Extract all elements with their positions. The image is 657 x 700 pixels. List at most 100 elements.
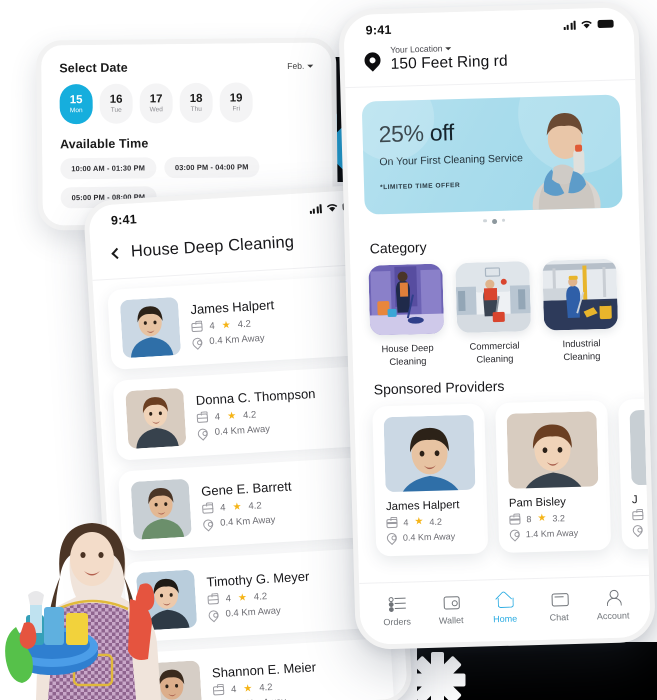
status-time: 9:41 bbox=[110, 212, 138, 228]
briefcase-icon bbox=[386, 518, 398, 529]
job-count: 4 bbox=[214, 411, 221, 423]
category-item[interactable]: House Deep Cleaning bbox=[368, 263, 445, 369]
provider-stats: 8 ★ 3.2 bbox=[509, 513, 599, 526]
available-time-label: Available Time bbox=[60, 136, 149, 152]
back-icon[interactable] bbox=[111, 247, 123, 259]
category-item[interactable]: Industrial Cleaning bbox=[542, 258, 619, 364]
briefcase-icon bbox=[509, 515, 521, 525]
bottom-tab-bar: Orders Wallet Home Chat Account bbox=[359, 574, 651, 645]
provider-photo bbox=[506, 411, 599, 490]
date-day: 15 bbox=[69, 94, 83, 107]
provider-card[interactable]: James Halpert 4 ★ 4.2 0.4 Km Away bbox=[107, 274, 374, 370]
avatar bbox=[119, 296, 182, 359]
rating-value: 4.2 bbox=[258, 681, 273, 694]
tab-label: Chat bbox=[549, 611, 569, 623]
provider-photo bbox=[119, 296, 182, 359]
date-chip-18[interactable]: 18 Thu bbox=[179, 82, 213, 124]
category-image bbox=[455, 261, 532, 334]
sponsored-title: Sponsored Providers bbox=[373, 378, 505, 398]
briefcase-icon bbox=[632, 511, 644, 521]
rating-value: 4.2 bbox=[253, 591, 268, 603]
select-date-label: Select Date bbox=[59, 60, 128, 76]
date-chip-19[interactable]: 19 Fri bbox=[219, 82, 253, 123]
rating-value: 4.2 bbox=[429, 516, 443, 528]
wallet-icon bbox=[442, 593, 459, 610]
banner-dot-2[interactable] bbox=[491, 218, 497, 225]
star-icon: ★ bbox=[414, 516, 424, 528]
time-slot-chip[interactable]: 03:00 PM - 04:00 PM bbox=[163, 156, 260, 179]
distance-value: 0.4 Km Away bbox=[214, 423, 271, 438]
banner-pagination-dots[interactable] bbox=[349, 215, 639, 228]
star-icon: ★ bbox=[232, 500, 242, 513]
provider-info: Shannon E. Meier4★4.20.4 Km Away bbox=[212, 656, 382, 700]
tab-label: Home bbox=[493, 613, 518, 624]
location-pin-icon bbox=[190, 335, 205, 350]
star-icon: ★ bbox=[221, 319, 232, 331]
location-pin-icon bbox=[630, 523, 645, 538]
provider-name: Pam Bisley bbox=[508, 496, 567, 511]
briefcase-icon bbox=[191, 322, 203, 333]
provider-info: Gene E. Barrett 4 ★ 4.2 0.4 Km Away bbox=[201, 474, 371, 532]
avatar bbox=[383, 415, 476, 493]
location-pin-icon bbox=[507, 527, 522, 543]
category-illustration bbox=[368, 263, 445, 336]
provider-card[interactable]: Donna C. Thompson 4 ★ 4.2 0.4 Km Away bbox=[112, 365, 379, 461]
avatar bbox=[506, 411, 599, 490]
sponsored-provider-card[interactable]: James Halpert 4 ★ 4.2 0.4 Km Away bbox=[372, 403, 489, 557]
tab-account[interactable]: Account bbox=[586, 588, 639, 621]
tab-wallet[interactable]: Wallet bbox=[424, 592, 477, 626]
distance-value: 0.4 Km Away bbox=[402, 531, 456, 544]
tab-label: Orders bbox=[383, 616, 412, 627]
tab-chat[interactable]: Chat bbox=[532, 589, 585, 623]
location-pin-icon bbox=[384, 531, 399, 546]
date-chip-16[interactable]: 16 Tue bbox=[99, 83, 133, 124]
category-image bbox=[542, 258, 619, 331]
banner-dot-3[interactable] bbox=[501, 218, 505, 223]
month-label: Feb. bbox=[287, 60, 305, 71]
month-selector[interactable]: Feb. bbox=[287, 60, 314, 71]
account-icon bbox=[604, 588, 621, 605]
rating-value: 4.2 bbox=[242, 409, 257, 422]
home-icon bbox=[496, 591, 513, 608]
tab-orders[interactable]: Orders bbox=[370, 594, 423, 627]
date-day: 16 bbox=[109, 93, 123, 106]
provider-distance-row: 0.4 Km Away bbox=[384, 531, 477, 546]
sponsored-provider-card[interactable]: Pam Bisley 8 ★ 3.2 1.4 Km Away bbox=[495, 400, 612, 554]
provider-photo bbox=[125, 387, 187, 450]
provider-photo bbox=[383, 415, 476, 493]
date-weekday: Fri bbox=[232, 105, 241, 113]
banner-dot-1[interactable] bbox=[483, 219, 487, 223]
sponsored-provider-card[interactable]: J bbox=[618, 396, 651, 550]
wifi-icon bbox=[581, 20, 592, 29]
date-chip-15[interactable]: 15 Mon bbox=[59, 83, 93, 125]
chat-icon bbox=[550, 590, 567, 607]
banner-person-photo bbox=[532, 113, 601, 211]
category-image bbox=[368, 263, 445, 336]
tab-label: Wallet bbox=[438, 614, 464, 626]
rating-value: 3.2 bbox=[552, 513, 566, 524]
tab-label: Account bbox=[596, 609, 630, 621]
date-weekday: Mon bbox=[69, 107, 83, 115]
tab-home[interactable]: Home bbox=[478, 591, 531, 624]
location-selector[interactable]: Your Location 150 Feet Ring rd bbox=[343, 32, 636, 89]
phone-home: 9:41 Your Location 150 Feet Ring rd 25% … bbox=[338, 1, 656, 651]
job-count: 4 bbox=[219, 502, 226, 514]
job-count: 4 bbox=[225, 593, 232, 605]
job-count: 4 bbox=[230, 684, 237, 696]
battery-icon bbox=[597, 19, 614, 29]
location-label: Your Location bbox=[390, 43, 443, 55]
avatar bbox=[125, 387, 187, 450]
date-weekday: Thu bbox=[190, 105, 202, 113]
provider-info: Donna C. Thompson 4 ★ 4.2 0.4 Km Away bbox=[195, 383, 365, 441]
category-item[interactable]: Commercial Cleaning bbox=[455, 261, 532, 366]
date-weekday: Wed bbox=[149, 106, 163, 114]
date-chip-17[interactable]: 17 Wed bbox=[139, 83, 173, 124]
distance-value: 0.4 Km Away bbox=[219, 514, 276, 529]
rating-value: 4.2 bbox=[248, 500, 263, 513]
provider-photo bbox=[629, 408, 651, 486]
time-slot-chip[interactable]: 10:00 AM - 01:30 PM bbox=[60, 157, 157, 180]
promo-banner[interactable]: 25% off On Your First Cleaning Service *… bbox=[361, 94, 623, 215]
job-count: 4 bbox=[403, 517, 409, 529]
star-icon: ★ bbox=[242, 682, 253, 695]
location-pin-icon bbox=[201, 516, 216, 532]
